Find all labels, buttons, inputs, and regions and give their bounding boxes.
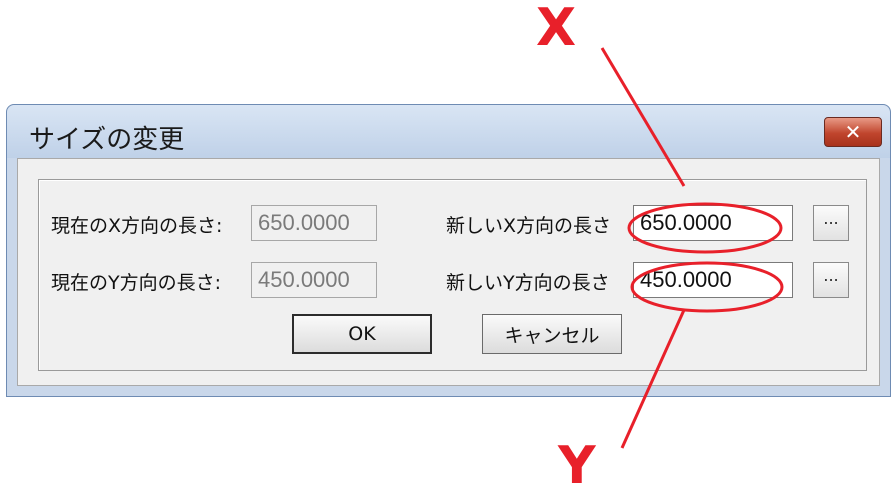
dialog-title: サイズの変更	[29, 125, 185, 155]
cancel-button[interactable]: キャンセル	[482, 314, 622, 354]
new-y-label: 新しいY方向の長さ	[446, 272, 610, 294]
current-y-field: 450.0000	[251, 262, 377, 298]
new-y-field[interactable]: 450.0000	[633, 262, 793, 298]
current-x-label: 現在のX方向の長さ:	[51, 215, 223, 237]
current-y-label: 現在のY方向の長さ:	[51, 272, 222, 294]
resize-dialog: サイズの変更 ✕ 現在のX方向の長さ: 650.0000 新しいX方向の長さ 6…	[6, 104, 891, 397]
ok-button[interactable]: OK	[292, 314, 432, 354]
size-group: 現在のX方向の長さ: 650.0000 新しいX方向の長さ 650.0000 .…	[38, 179, 867, 371]
dialog-body: 現在のX方向の長さ: 650.0000 新しいX方向の長さ 650.0000 .…	[17, 158, 880, 386]
new-y-browse-button[interactable]: ...	[813, 262, 849, 298]
current-x-field: 650.0000	[251, 205, 377, 241]
new-x-label: 新しいX方向の長さ	[446, 215, 612, 237]
title-bar[interactable]: サイズの変更 ✕	[7, 105, 890, 158]
close-icon: ✕	[844, 120, 862, 144]
y-annotation-label: Y	[558, 436, 596, 496]
close-button[interactable]: ✕	[824, 117, 882, 147]
new-x-browse-button[interactable]: ...	[813, 205, 849, 241]
x-annotation-label: X	[536, 0, 577, 58]
new-x-field[interactable]: 650.0000	[633, 205, 793, 241]
